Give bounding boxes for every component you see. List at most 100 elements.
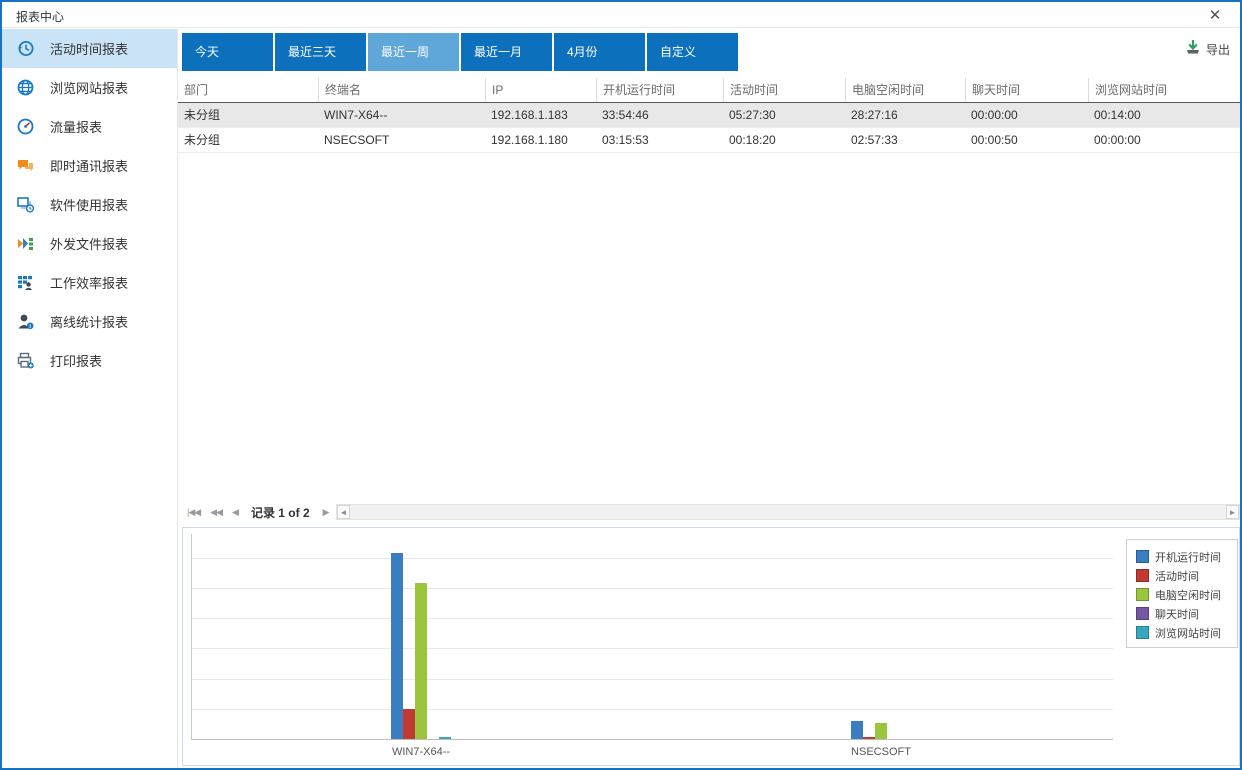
globe-icon (15, 78, 35, 98)
legend-label: 电脑空闲时间 (1155, 587, 1221, 603)
gauge-icon (15, 117, 35, 137)
tab-6[interactable]: 自定义 (647, 33, 738, 71)
history-clock-icon (15, 39, 35, 59)
column-header-2[interactable]: 终端名 (318, 78, 485, 102)
chat-bubbles-icon (15, 156, 35, 176)
horizontal-scrollbar[interactable]: ◄ ► (336, 504, 1240, 520)
sidebar-item-label: 即时通讯报表 (50, 156, 128, 175)
first-page-button[interactable]: |◀◀ (182, 503, 205, 521)
chart-x-axis (191, 739, 1113, 740)
efficiency-grid-icon (15, 273, 35, 293)
export-button[interactable]: 导出 (1185, 40, 1230, 58)
close-icon[interactable]: ✕ (1204, 5, 1226, 27)
column-header-5[interactable]: 活动时间 (723, 78, 845, 102)
sidebar-item-label: 外发文件报表 (50, 234, 128, 253)
table-cell: 00:00:00 (1088, 128, 1240, 152)
chart-legend: 开机运行时间活动时间电脑空闲时间聊天时间浏览网站时间 (1126, 539, 1238, 648)
next-page-button[interactable]: ▶ (318, 503, 334, 521)
sidebar-item-label: 离线统计报表 (50, 312, 128, 331)
printer-icon (15, 351, 35, 371)
table-cell: NSECSOFT (318, 128, 485, 152)
table-cell: 00:14:00 (1088, 103, 1240, 127)
table-cell: 192.168.1.183 (485, 103, 596, 127)
sidebar-item-label: 工作效率报表 (50, 273, 128, 292)
legend-swatch-icon (1136, 626, 1149, 639)
sidebar-item-1[interactable]: 活动时间报表 (2, 29, 177, 68)
legend-item: 浏览网站时间 (1136, 623, 1228, 642)
chart-category-label: WIN7-X64-- (361, 746, 481, 758)
chart-gridline (191, 709, 1113, 710)
column-header-1[interactable]: 部门 (178, 78, 318, 102)
chart-y-axis (191, 534, 192, 739)
legend-item: 开机运行时间 (1136, 547, 1228, 566)
chart-bar (863, 737, 875, 739)
legend-swatch-icon (1136, 550, 1149, 563)
chart-gridline (191, 618, 1113, 619)
table-row[interactable]: 未分组WIN7-X64--192.168.1.18333:54:4605:27:… (178, 103, 1240, 128)
table-cell: 未分组 (178, 128, 318, 152)
sidebar-item-5[interactable]: 软件使用报表 (2, 185, 177, 224)
table-cell: 00:00:00 (965, 103, 1088, 127)
tab-4[interactable]: 最近一月 (461, 33, 552, 71)
chart-bar (415, 583, 427, 739)
chart-bar (403, 709, 415, 739)
chart-category-label: NSECSOFT (821, 746, 941, 758)
scroll-left-icon[interactable]: ◄ (337, 505, 350, 519)
scroll-right-icon[interactable]: ► (1226, 505, 1239, 519)
chart-gridline (191, 648, 1113, 649)
table-row[interactable]: 未分组NSECSOFT192.168.1.18003:15:5300:18:20… (178, 128, 1240, 153)
column-header-7[interactable]: 聊天时间 (965, 78, 1088, 102)
tab-1[interactable]: 今天 (182, 33, 273, 71)
table-cell: 05:27:30 (723, 103, 845, 127)
sidebar-item-8[interactable]: i 离线统计报表 (2, 302, 177, 341)
legend-item: 活动时间 (1136, 566, 1228, 585)
table-cell: 未分组 (178, 103, 318, 127)
tab-3[interactable]: 最近一周 (368, 33, 459, 71)
table-cell: 192.168.1.180 (485, 128, 596, 152)
sidebar-item-label: 打印报表 (50, 351, 102, 370)
table-cell: 33:54:46 (596, 103, 723, 127)
tab-5[interactable]: 4月份 (554, 33, 645, 71)
chart-gridline (191, 588, 1113, 589)
column-header-6[interactable]: 电脑空闲时间 (845, 78, 965, 102)
column-header-3[interactable]: IP (485, 78, 596, 102)
sidebar-item-3[interactable]: 流量报表 (2, 107, 177, 146)
sidebar-item-6[interactable]: 外发文件报表 (2, 224, 177, 263)
chart-bar (875, 723, 887, 739)
sidebar-item-7[interactable]: 工作效率报表 (2, 263, 177, 302)
legend-label: 活动时间 (1155, 568, 1199, 584)
chart-bar (439, 737, 451, 739)
chart-gridline (191, 558, 1113, 559)
legend-label: 聊天时间 (1155, 606, 1199, 622)
legend-item: 聊天时间 (1136, 604, 1228, 623)
prev-page-button[interactable]: ◀ (227, 503, 243, 521)
record-count-text: 记录 1 of 2 (243, 504, 318, 521)
legend-swatch-icon (1136, 569, 1149, 582)
table-cell: 28:27:16 (845, 103, 965, 127)
legend-label: 开机运行时间 (1155, 549, 1221, 565)
sidebar-item-label: 浏览网站报表 (50, 78, 128, 97)
fast-prev-button[interactable]: ◀◀ (205, 503, 227, 521)
tab-2[interactable]: 最近三天 (275, 33, 366, 71)
sidebar-item-4[interactable]: 即时通讯报表 (2, 146, 177, 185)
report-center-window: 报表中心 ✕ 活动时间报表浏览网站报表流量报表即时通讯报表软件使用报表外发文件报… (0, 0, 1242, 770)
table-cell: 00:00:50 (965, 128, 1088, 152)
chart-gridline (191, 679, 1113, 680)
activity-time-chart: WIN7-X64-- NSECSOFT 开机运行时间活动时间电脑空闲时间聊天时间浏览… (182, 527, 1240, 766)
sidebar-item-label: 流量报表 (50, 117, 102, 136)
column-header-4[interactable]: 开机运行时间 (596, 78, 723, 102)
offline-user-icon: i (15, 312, 35, 332)
column-header-8[interactable]: 浏览网站时间 (1088, 78, 1240, 102)
export-label: 导出 (1206, 41, 1230, 58)
sidebar-item-2[interactable]: 浏览网站报表 (2, 68, 177, 107)
table-cell: 02:57:33 (845, 128, 965, 152)
legend-swatch-icon (1136, 607, 1149, 620)
sidebar-item-9[interactable]: 打印报表 (2, 341, 177, 380)
sidebar: 活动时间报表浏览网站报表流量报表即时通讯报表软件使用报表外发文件报表工作效率报表… (2, 29, 178, 768)
table-cell: 00:18:20 (723, 128, 845, 152)
legend-label: 浏览网站时间 (1155, 625, 1221, 641)
chart-bar (851, 721, 863, 739)
outgoing-files-icon (15, 234, 35, 254)
legend-item: 电脑空闲时间 (1136, 585, 1228, 604)
table-header: 部门终端名IP开机运行时间活动时间电脑空闲时间聊天时间浏览网站时间 (178, 78, 1240, 103)
